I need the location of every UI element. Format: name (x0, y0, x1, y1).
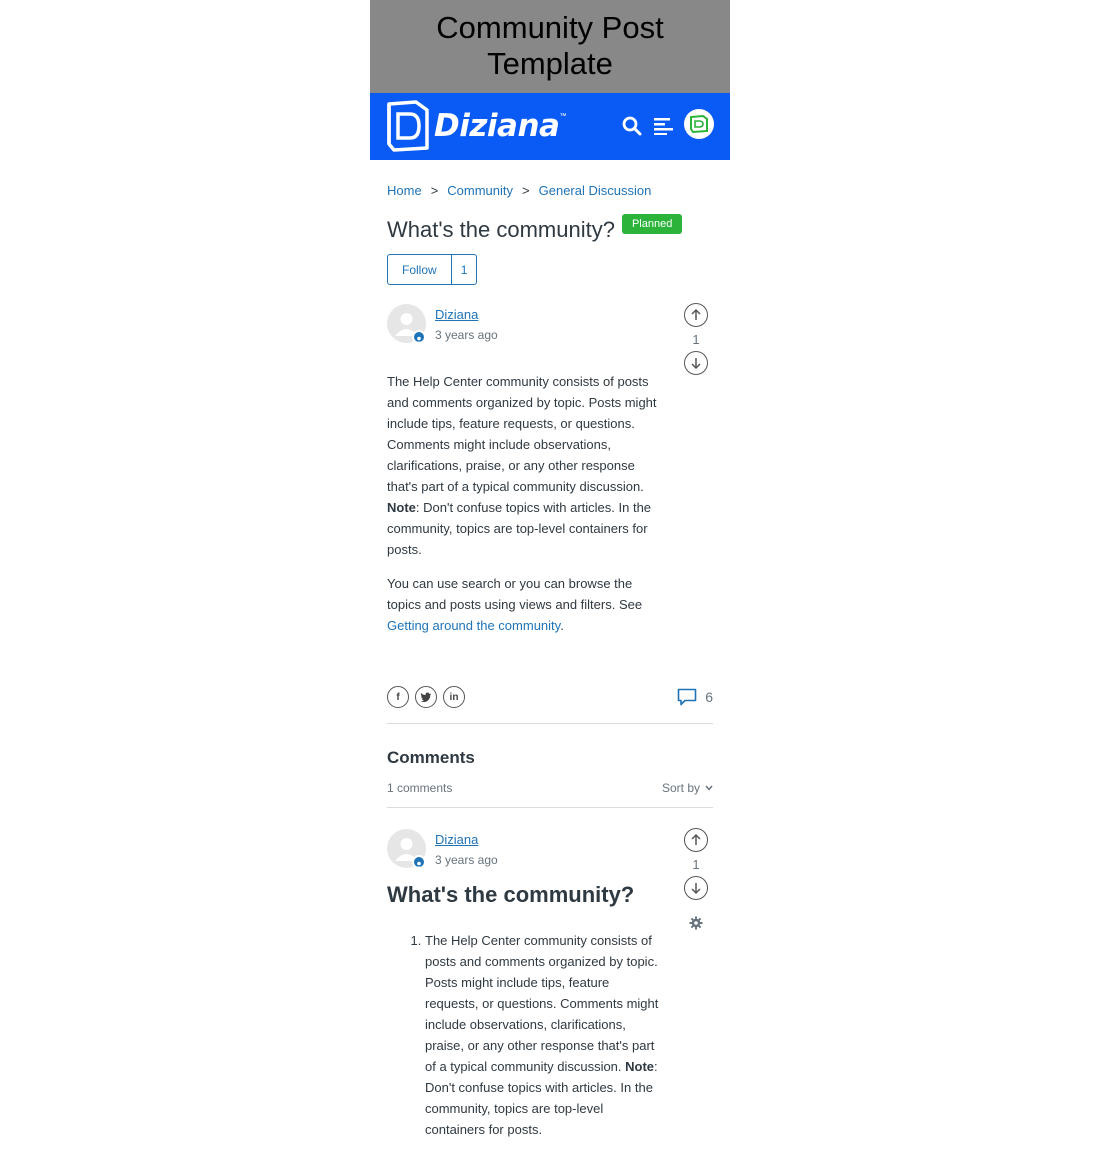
comment-author-name[interactable]: Diziana (435, 832, 478, 847)
post-paragraph: You can use search or you can browse the… (387, 573, 663, 636)
comment-text: The Help Center community consists of po… (425, 933, 659, 1074)
gear-icon[interactable] (689, 916, 703, 935)
post-title: What's the community? (387, 217, 615, 242)
brand-name: Diziana (434, 108, 560, 144)
sort-label: Sort by (661, 781, 700, 795)
breadcrumb-general-discussion[interactable]: General Discussion (539, 183, 652, 198)
note-label: Note (625, 1059, 655, 1074)
comments-heading: Comments (387, 748, 475, 767)
post-paragraph-text: You can use search or you can browse the… (387, 576, 643, 612)
status-badge: Planned (621, 214, 683, 234)
breadcrumb-community[interactable]: Community (447, 183, 513, 198)
comment-time: 3 years ago (435, 853, 498, 867)
follow-count: 1 (460, 262, 468, 277)
brand-logo[interactable]: Diziana ™ (386, 100, 566, 152)
banner-title-line-1: Community Post (436, 10, 664, 45)
comments-toolbar: 1 comments Sort by (387, 779, 713, 808)
search-icon[interactable] (620, 114, 644, 138)
comments-count-link[interactable]: 6 (677, 688, 713, 706)
vote-count: 1 (692, 857, 700, 872)
comment-vote: 1 (683, 828, 709, 900)
follow-button[interactable]: Follow 1 (387, 254, 478, 285)
chevron-down-icon (705, 785, 713, 791)
post-paragraph-text: The Help Center community consists of po… (387, 374, 657, 494)
linkedin-icon[interactable]: in (443, 686, 465, 708)
brand-trademark: ™ (559, 112, 567, 120)
share-row: f in 6 (387, 686, 713, 724)
banner-title-line-2: Template (487, 46, 613, 81)
menu-icon[interactable] (652, 114, 676, 138)
comment-item: Diziana 3 years ago 1 What's the communi… (387, 828, 713, 1140)
brand-logo-icon (387, 100, 429, 152)
site-header: Diziana ™ (370, 93, 730, 160)
twitter-icon[interactable] (415, 686, 437, 708)
list-item: The Help Center community consists of po… (425, 930, 663, 1140)
vote-count: 1 (692, 332, 700, 347)
upvote-icon[interactable] (684, 828, 708, 852)
downvote-icon[interactable] (684, 876, 708, 900)
post-title-row: What's the community? Planned (387, 214, 713, 244)
post-vote: 1 (683, 303, 709, 375)
agent-badge-icon (412, 855, 426, 869)
template-banner: Community Post Template (370, 0, 730, 93)
comments-total: 1 comments (387, 781, 453, 795)
main-content: Home > Community > General Discussion Wh… (370, 183, 730, 1140)
post-paragraph-tail: : Don't confuse topics with articles. In… (387, 500, 652, 557)
share-buttons: f in (387, 686, 465, 708)
comments-count-value: 6 (705, 689, 713, 705)
facebook-icon[interactable]: f (387, 686, 409, 708)
comment-body-list: The Help Center community consists of po… (387, 930, 663, 1140)
comment-author: Diziana 3 years ago 1 (387, 828, 713, 900)
breadcrumb: Home > Community > General Discussion (387, 183, 713, 198)
post-paragraph: The Help Center community consists of po… (387, 371, 663, 560)
post-body: The Help Center community consists of po… (387, 371, 663, 636)
user-avatar[interactable] (684, 109, 714, 139)
note-label: Note (387, 500, 416, 515)
upvote-icon[interactable] (684, 303, 708, 327)
agent-badge-icon (412, 330, 426, 344)
comment-icon (677, 688, 697, 706)
getting-around-link[interactable]: Getting around the community (387, 618, 560, 633)
post-time: 3 years ago (435, 328, 498, 342)
post-paragraph-tail: . (560, 618, 564, 633)
breadcrumb-separator: > (430, 183, 439, 198)
breadcrumb-home[interactable]: Home (387, 183, 422, 198)
post-author: Diziana 3 years ago 1 (387, 303, 713, 375)
page-frame: Community Post Template Diziana ™ Home >… (370, 0, 730, 1165)
header-actions (620, 109, 714, 139)
breadcrumb-separator: > (522, 183, 530, 198)
sort-dropdown[interactable]: Sort by (662, 781, 713, 795)
author-name[interactable]: Diziana (435, 307, 478, 322)
follow-label: Follow (388, 255, 452, 284)
downvote-icon[interactable] (684, 351, 708, 375)
